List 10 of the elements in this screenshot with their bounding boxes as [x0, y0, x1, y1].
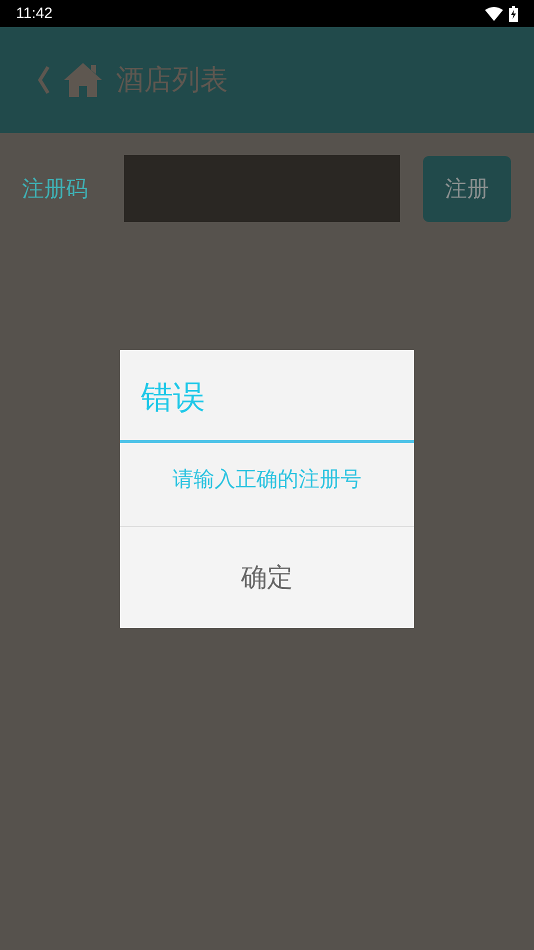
wifi-icon [485, 6, 503, 20]
back-icon[interactable] [38, 65, 50, 95]
register-button[interactable]: 注册 [423, 156, 511, 222]
input-field[interactable] [124, 155, 400, 222]
field-label: 注册码 [22, 176, 89, 204]
status-time: 11:42 [16, 5, 52, 22]
header-title: 酒店列表 [116, 62, 228, 98]
home-icon[interactable] [64, 63, 102, 97]
battery-icon [509, 6, 518, 22]
dialog-title: 错误 [120, 350, 414, 443]
